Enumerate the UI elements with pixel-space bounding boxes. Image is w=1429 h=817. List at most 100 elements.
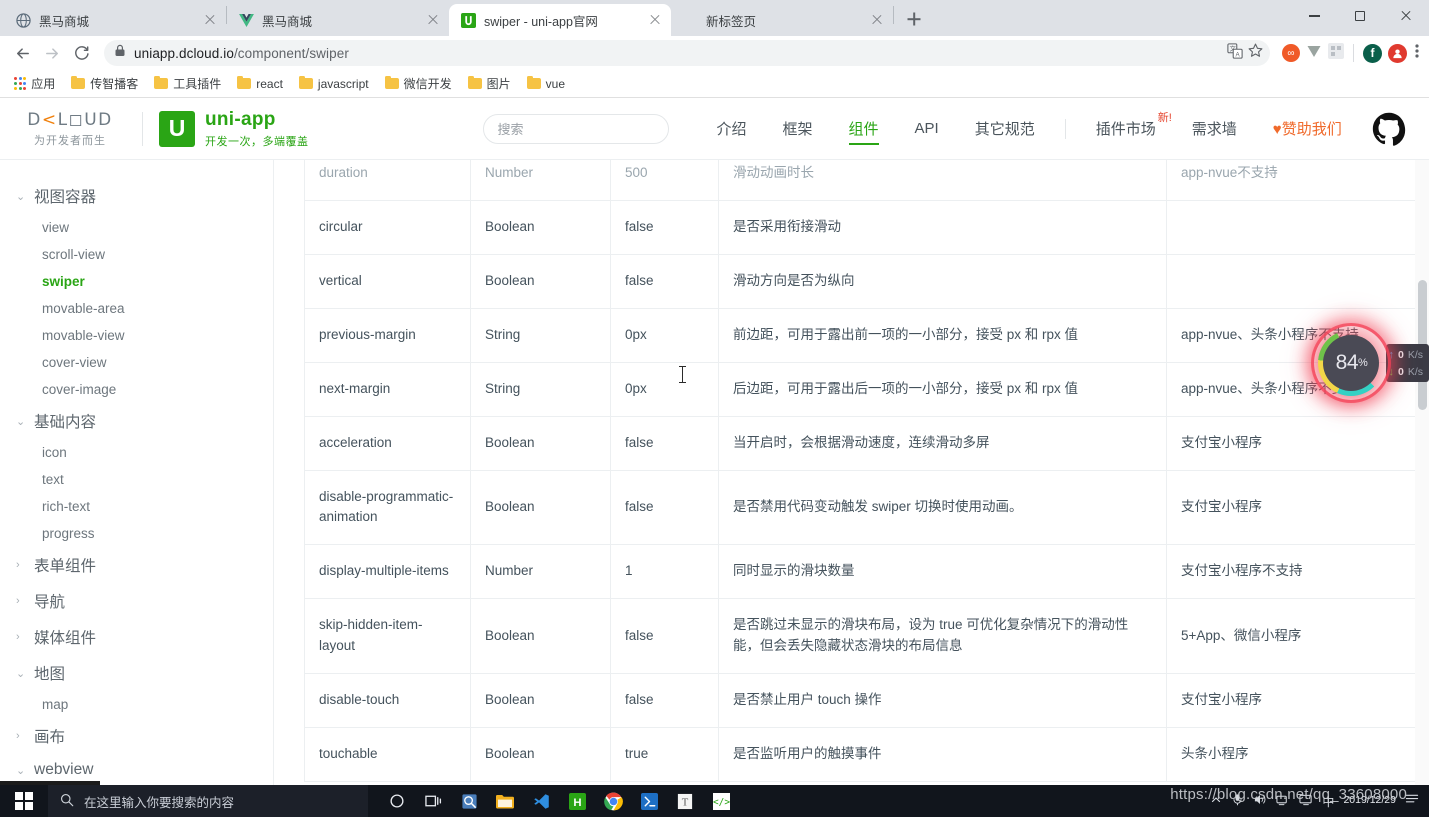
cpu-usage-ring[interactable]: 84%: [1318, 330, 1385, 396]
nav-item-other-specs[interactable]: 其它规范: [957, 118, 1053, 139]
maximize-button[interactable]: [1337, 0, 1383, 32]
chevron-right-icon: ›: [16, 559, 20, 571]
close-icon[interactable]: [202, 12, 218, 28]
heart-icon: ♥: [1272, 121, 1282, 138]
sidebar-group-media-components[interactable]: › 媒体组件: [12, 619, 273, 655]
typora-icon[interactable]: T: [670, 786, 700, 816]
code-brackets-icon[interactable]: </>: [706, 786, 736, 816]
forward-icon[interactable]: [38, 39, 66, 67]
sidebar-group-view-container[interactable]: ⌄ 视图容器: [12, 178, 273, 214]
uniapp-logo-icon[interactable]: U: [159, 110, 195, 147]
profile-avatar-icon[interactable]: [1388, 43, 1407, 63]
nav-item-framework[interactable]: 框架: [765, 118, 831, 139]
bookmark-apps[interactable]: 应用: [8, 73, 61, 94]
prop-name: acceleration: [304, 415, 471, 471]
vscode-icon[interactable]: [526, 786, 556, 816]
blank-favicon: [682, 12, 698, 28]
sidebar-item-rich-text[interactable]: rich-text: [12, 493, 273, 520]
powershell-icon[interactable]: [634, 786, 664, 816]
nav-item-components[interactable]: 组件: [831, 118, 897, 145]
prop-name: next-margin: [304, 361, 471, 417]
bookmark-item[interactable]: javascript: [293, 75, 375, 93]
sidebar-group-canvas[interactable]: › 画布: [12, 718, 273, 754]
bookmark-item[interactable]: 传智播客: [65, 73, 144, 94]
sidebar-item-movable-area[interactable]: movable-area: [12, 295, 273, 322]
prop-platform: 支付宝小程序不支持: [1166, 544, 1429, 600]
browser-tab-4[interactable]: 新标签页: [671, 4, 893, 36]
nav-item-sponsor[interactable]: ♥赞助我们: [1255, 118, 1360, 139]
bookmark-item[interactable]: 工具插件: [148, 73, 227, 94]
upload-speed-row: ↑ 0 K/s: [1388, 346, 1423, 363]
sidebar-item-view[interactable]: view: [12, 214, 273, 241]
prop-platform: 头条小程序: [1166, 727, 1429, 782]
close-icon[interactable]: [647, 12, 663, 28]
sidebar-item-text[interactable]: text: [12, 466, 273, 493]
nav-item-demand-wall[interactable]: 需求墙: [1174, 118, 1255, 139]
extension-v-icon[interactable]: [1306, 43, 1322, 64]
chrome-icon[interactable]: [598, 786, 628, 816]
address-bar[interactable]: uniapp.dcloud.io/component/swiper 文A: [104, 40, 1270, 66]
sidebar-group-navigation[interactable]: › 导航: [12, 583, 273, 619]
sidebar-item-icon[interactable]: icon: [12, 439, 273, 466]
prop-name: vertical: [304, 253, 471, 309]
bookmark-star-icon[interactable]: [1247, 42, 1264, 64]
prop-type: Number: [470, 544, 611, 600]
extension-qr-icon[interactable]: [1328, 42, 1344, 64]
minimize-button[interactable]: [1291, 0, 1337, 32]
screen-capture-icon[interactable]: [454, 786, 484, 816]
site-search-input[interactable]: 搜索: [482, 113, 669, 144]
web-page: D<L◻UD 为开发者而生 U uni-app 开发一次，多端覆盖 搜索 介绍 …: [0, 98, 1429, 785]
bookmark-item[interactable]: vue: [521, 75, 571, 93]
close-window-button[interactable]: [1383, 0, 1429, 32]
browser-tab-3[interactable]: swiper - uni-app官网: [449, 4, 671, 36]
start-button[interactable]: [0, 785, 48, 817]
site-header: D<L◻UD 为开发者而生 U uni-app 开发一次，多端覆盖 搜索 介绍 …: [0, 98, 1429, 160]
notification-icon[interactable]: [1405, 793, 1419, 809]
sidebar-item-movable-view[interactable]: movable-view: [12, 322, 273, 349]
table-row: next-margin String 0px 后边距，可用于露出后一项的一小部分…: [304, 361, 1429, 417]
translate-icon[interactable]: 文A: [1227, 42, 1243, 64]
browser-tab-1[interactable]: 黑马商城: [4, 4, 226, 36]
chevron-right-icon: ›: [16, 595, 20, 607]
new-tab-button[interactable]: [900, 5, 928, 33]
nav-item-plugin-market[interactable]: 插件市场 新!: [1078, 112, 1174, 139]
network-speed-widget[interactable]: 84% ↑ 0 K/s ↓ 0 K/s: [1318, 330, 1429, 396]
browser-menu-icon[interactable]: [1413, 43, 1421, 64]
close-icon[interactable]: [425, 12, 441, 28]
taskbar-search-box[interactable]: 在这里输入你要搜索的内容: [48, 785, 368, 817]
sidebar-item-progress[interactable]: progress: [12, 520, 273, 547]
sidebar-item-cover-image[interactable]: cover-image: [12, 376, 273, 403]
nav-item-api[interactable]: API: [897, 120, 957, 137]
table-row: skip-hidden-item-layout Boolean false 是否…: [304, 598, 1429, 675]
sidebar-item-scroll-view[interactable]: scroll-view: [12, 241, 273, 268]
bookmark-item[interactable]: 微信开发: [379, 73, 458, 94]
table-row: display-multiple-items Number 1 同时显示的滑块数…: [304, 544, 1429, 600]
dcloud-logo[interactable]: D<L◻UD 为开发者而生: [14, 110, 126, 148]
sidebar-group-map[interactable]: ⌄ 地图: [12, 655, 273, 691]
task-view-icon[interactable]: [418, 786, 448, 816]
back-icon[interactable]: [8, 39, 36, 67]
github-icon[interactable]: [1372, 112, 1406, 146]
close-icon[interactable]: [869, 12, 885, 28]
download-speed-row: ↓ 0 K/s: [1388, 363, 1423, 380]
sidebar-item-map[interactable]: map: [12, 691, 273, 718]
bookmark-item[interactable]: 图片: [462, 73, 517, 94]
browser-tab-2[interactable]: 黑马商城: [227, 4, 449, 36]
sidebar-group-form-components[interactable]: › 表单组件: [12, 547, 273, 583]
page-scrollbar[interactable]: [1415, 160, 1429, 785]
hbuilder-icon[interactable]: H: [562, 786, 592, 816]
prop-default: 500: [610, 160, 719, 201]
nav-item-intro[interactable]: 介绍: [699, 118, 765, 139]
extension-infinity-icon[interactable]: ∞: [1282, 44, 1300, 62]
cortana-icon[interactable]: [382, 786, 412, 816]
profile-f-icon[interactable]: f: [1363, 43, 1382, 63]
bookmark-item[interactable]: react: [231, 75, 289, 93]
reload-icon[interactable]: [68, 39, 96, 67]
sidebar-item-cover-view[interactable]: cover-view: [12, 349, 273, 376]
tab-divider: [893, 5, 894, 24]
sidebar-item-swiper[interactable]: swiper: [12, 268, 273, 295]
text-cursor: [679, 366, 686, 383]
file-explorer-icon[interactable]: [490, 786, 520, 816]
sidebar-group-basic-content[interactable]: ⌄ 基础内容: [12, 403, 273, 439]
tab-strip: 黑马商城 黑马商城 swiper - uni-app官网 新标签页: [0, 0, 1429, 36]
